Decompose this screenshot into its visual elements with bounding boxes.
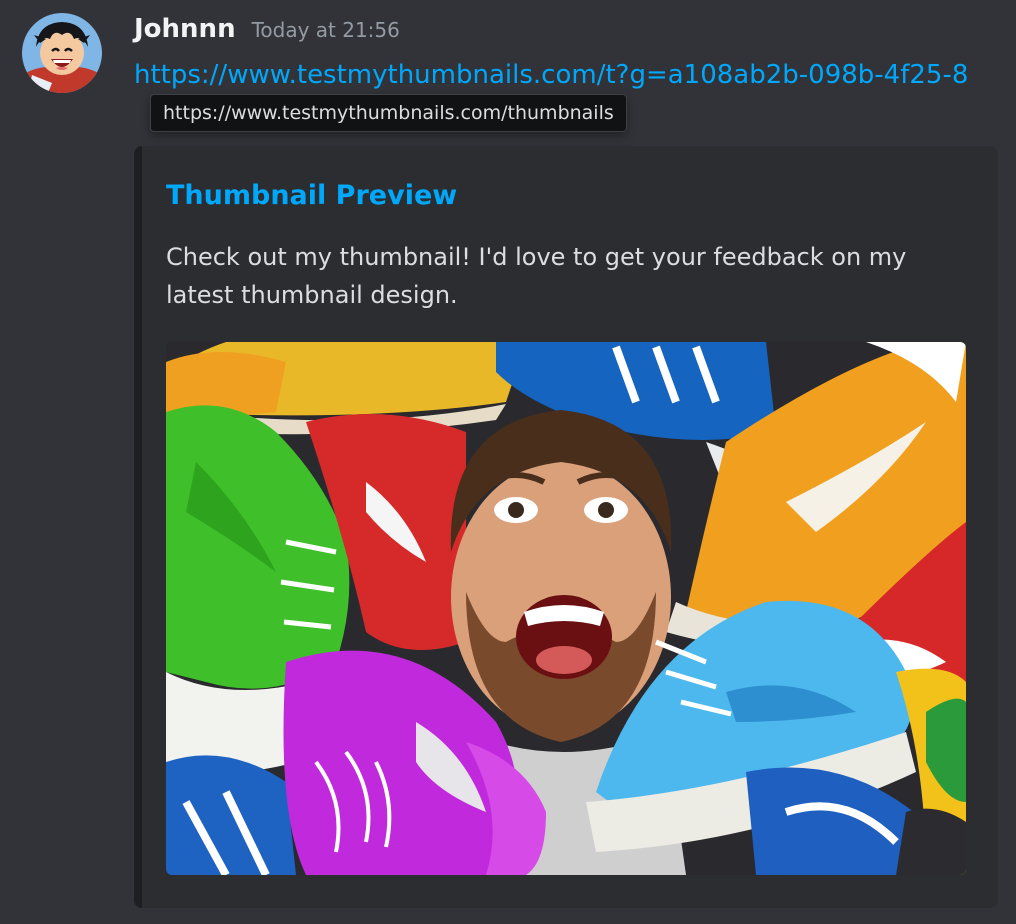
timestamp: Today at 21:56 [251, 18, 400, 42]
thumbnail-image-person-with-sneakers [166, 342, 966, 875]
avatar[interactable] [22, 13, 102, 93]
embed-thumbnail-image[interactable] [166, 342, 966, 875]
username[interactable]: Johnnn [134, 14, 236, 44]
embed-title[interactable]: Thumbnail Preview [166, 180, 457, 211]
link-embed: Thumbnail Preview Check out my thumbnail… [134, 146, 998, 908]
message-header: Johnnn Today at 21:56 [134, 14, 400, 54]
anime-character-avatar-icon [22, 13, 102, 93]
message-link[interactable]: https://www.testmythumbnails.com/t?g=a10… [134, 56, 996, 94]
embed-accent-bar [134, 146, 142, 908]
chat-message: Johnnn Today at 21:56 https://www.testmy… [0, 0, 1016, 924]
link-tooltip: https://www.testmythumbnails.com/thumbna… [150, 94, 627, 132]
embed-description: Check out my thumbnail! I'd love to get … [166, 243, 907, 309]
